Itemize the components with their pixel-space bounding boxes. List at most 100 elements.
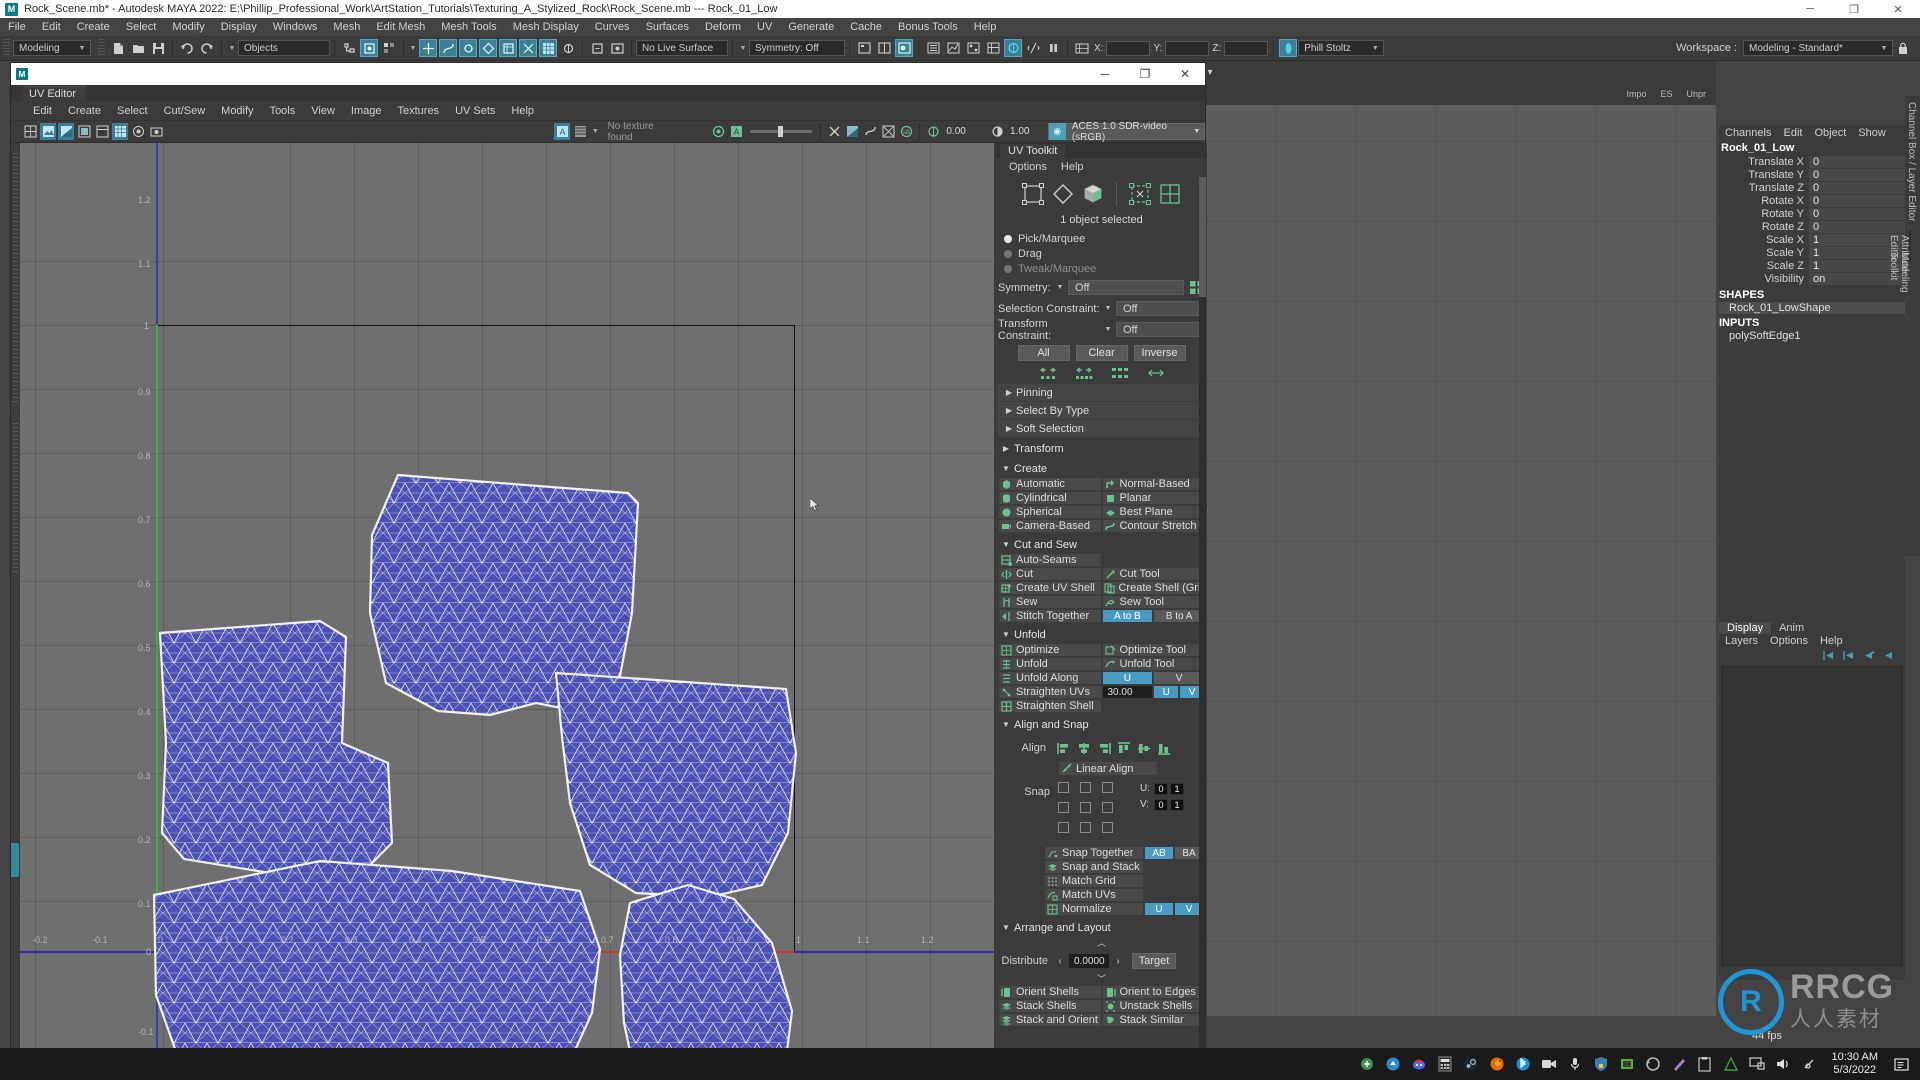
perspective-viewport[interactable] [1196, 61, 1716, 1016]
distribute-next-icon[interactable]: › [1110, 956, 1126, 967]
menu-curves[interactable]: Curves [587, 18, 638, 36]
section-create[interactable]: ▼ Create [998, 460, 1205, 477]
clipboard-icon[interactable] [1692, 1051, 1718, 1077]
snap-to-plane-icon[interactable] [479, 39, 497, 57]
stitch-a-to-b-toggle[interactable]: A to B [1101, 609, 1154, 623]
uv-menu-edit[interactable]: Edit [25, 105, 60, 117]
unfold-along-v-toggle[interactable]: V [1153, 671, 1205, 685]
select-all-button[interactable]: All [1017, 345, 1070, 361]
menu-select[interactable]: Select [118, 18, 165, 36]
selection-mask-dropdown[interactable]: Objects [238, 40, 330, 56]
sew-tool-button[interactable]: Sew Tool [1101, 595, 1205, 609]
select-shell-icon[interactable] [1147, 366, 1165, 380]
attr-scale-x[interactable]: Scale X1 [1719, 234, 1905, 246]
sew-button[interactable]: Sew [998, 595, 1102, 609]
menu-surfaces[interactable]: Surfaces [638, 18, 697, 36]
uv-grid-toggle-icon[interactable] [22, 123, 38, 140]
cb-menu-object[interactable]: Object [1808, 127, 1852, 139]
align-left-icon[interactable] [1054, 739, 1074, 757]
snap-cb-ml[interactable] [1058, 802, 1069, 813]
display-icon[interactable] [1744, 1051, 1770, 1077]
exposure-slider[interactable] [749, 126, 813, 137]
open-scene-icon[interactable] [129, 39, 147, 57]
snap-to-grid-icon[interactable] [419, 39, 437, 57]
create-automatic-button[interactable]: Automatic [998, 477, 1102, 491]
uv-toggle-shaded-icon[interactable] [844, 123, 860, 140]
align-bottom-icon[interactable] [1154, 739, 1174, 757]
tab-anim[interactable]: Anim [1771, 622, 1812, 634]
straighten-u-toggle[interactable]: U [1153, 685, 1180, 699]
uv-tile-image-icon[interactable] [94, 123, 110, 140]
select-inverse-button[interactable]: Inverse [1133, 345, 1186, 361]
left-strip-grip-2[interactable] [13, 423, 18, 573]
transform-constraint-chevron-icon[interactable]: ▼ [1100, 326, 1116, 333]
stitch-together-button[interactable]: Stitch Together [998, 609, 1102, 623]
tab-uv-editor[interactable]: UV Editor [23, 86, 87, 101]
workspace-dropdown[interactable]: Modeling - Standard* ▼ [1743, 40, 1893, 56]
symmetry-chevron-icon[interactable]: ▼ [737, 45, 749, 52]
normalize-button[interactable]: Normalize [1044, 902, 1144, 916]
snap-u-1[interactable]: 1 [1170, 782, 1184, 795]
bluetooth-icon[interactable] [1510, 1051, 1536, 1077]
menu-uv[interactable]: UV [749, 18, 780, 36]
uv-mode-icon[interactable] [1018, 179, 1048, 209]
editor-script-icon[interactable] [1024, 39, 1042, 57]
match-grid-button[interactable]: Match Grid [1044, 874, 1144, 888]
redo-icon[interactable] [198, 39, 216, 57]
snap-cb-br[interactable] [1102, 822, 1113, 833]
straighten-shell-button[interactable]: Straighten Shell [998, 699, 1102, 713]
layer-edit-icon[interactable] [1882, 650, 1895, 661]
create-best-plane-button[interactable]: Best Plane [1101, 505, 1205, 519]
attr-translate-y[interactable]: Translate Y0 [1719, 169, 1905, 181]
lp-menu-layers[interactable]: Layers [1719, 635, 1764, 647]
edge-mode-icon[interactable] [1048, 179, 1078, 209]
editor-render-view-icon[interactable] [1004, 39, 1022, 57]
cb-menu-channels[interactable]: Channels [1719, 127, 1777, 139]
color-space-dropdown[interactable]: ◉ ACES 1.0 SDR-video (sRGB) ▼ [1047, 121, 1205, 143]
renderer-icon[interactable] [1279, 39, 1298, 57]
select-by-object-icon[interactable] [360, 39, 378, 57]
menu-mesh-display[interactable]: Mesh Display [505, 18, 587, 36]
uv-menu-cut-sew[interactable]: Cut/Sew [156, 105, 214, 117]
toolbar-grip-2[interactable] [98, 39, 105, 57]
create-contour-stretch-button[interactable]: Contour Stretch [1101, 519, 1205, 533]
menu-display[interactable]: Display [213, 18, 265, 36]
shrink-selection-icon[interactable] [1039, 366, 1057, 380]
editor-outliner-icon[interactable] [924, 39, 942, 57]
unfold-tool-button[interactable]: Unfold Tool [1101, 657, 1205, 671]
renderer-dropdown[interactable]: Phill Stoltz ▼ [1298, 40, 1385, 56]
snap-v-1[interactable]: 1 [1170, 798, 1184, 811]
uv-menu-view[interactable]: View [303, 105, 343, 117]
grid-mode-icon[interactable] [1155, 179, 1185, 209]
create-spherical-button[interactable]: Spherical [998, 505, 1102, 519]
uv-checker-icon[interactable] [112, 123, 129, 140]
unfold-along-u-toggle[interactable]: U [1101, 671, 1154, 685]
app-icon-2[interactable] [1380, 1051, 1406, 1077]
selection-mask-chevron-icon[interactable]: ▼ [226, 45, 238, 52]
panel-layout-two-icon[interactable] [875, 39, 893, 57]
render-icon[interactable] [608, 39, 626, 57]
snap-chevron-icon[interactable]: ▼ [408, 45, 418, 52]
symmetry-chevron-icon[interactable]: ▼ [1052, 284, 1068, 291]
create-normal-based-button[interactable]: Normal-Based [1101, 477, 1205, 491]
section-soft-selection[interactable]: ▶ Soft Selection [998, 420, 1205, 437]
section-arrange-and-layout[interactable]: ▼ Arrange and Layout [998, 919, 1205, 936]
menu-windows[interactable]: Windows [265, 18, 326, 36]
distribute-prev-icon[interactable]: ‹ [1052, 956, 1068, 967]
nvidia-icon[interactable] [1614, 1051, 1640, 1077]
uv-menu-help[interactable]: Help [503, 105, 542, 117]
transform-field-icon[interactable] [1073, 39, 1091, 57]
create-camera-based-button[interactable]: Camera-Based [998, 519, 1102, 533]
uv-isolate-select-icon[interactable] [826, 123, 842, 140]
select-by-hierarchy-icon[interactable] [340, 39, 358, 57]
uv-mode-tab[interactable] [11, 843, 19, 877]
editor-graph-icon[interactable] [944, 39, 962, 57]
section-transform[interactable]: ▶ Transform [998, 440, 1205, 457]
close-button[interactable]: ✕ [1876, 0, 1920, 18]
create-shell-grid-button[interactable]: Create Shell (Grid) [1101, 581, 1205, 595]
sync-icon[interactable] [1640, 1051, 1666, 1077]
snap-cb-tr[interactable] [1102, 782, 1113, 793]
snap-cb-mr[interactable] [1102, 802, 1113, 813]
align-middle-v-icon[interactable] [1134, 739, 1154, 757]
save-scene-icon[interactable] [149, 39, 167, 57]
